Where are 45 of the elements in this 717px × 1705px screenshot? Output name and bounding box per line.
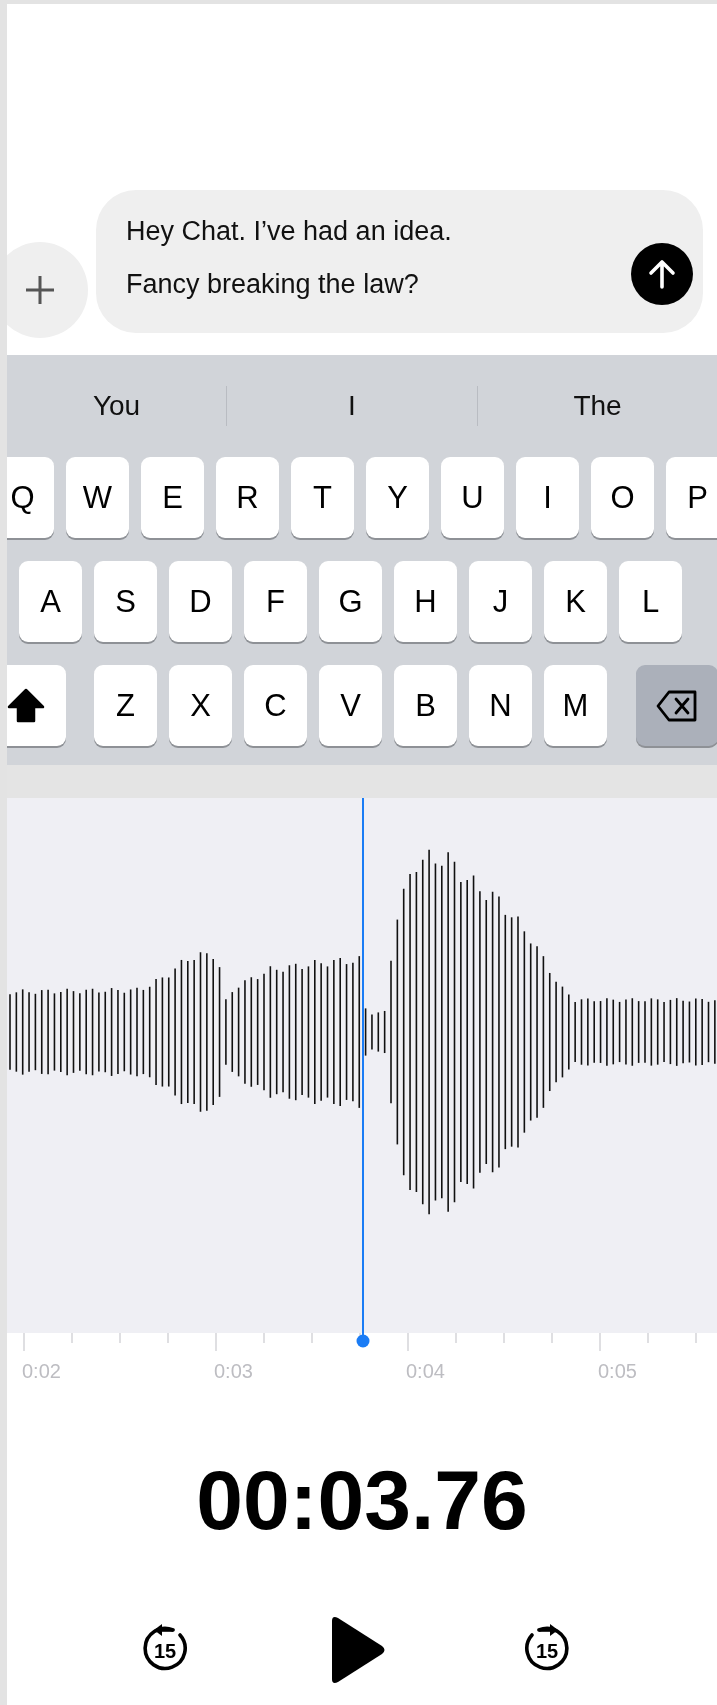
letter-key[interactable]: F: [244, 561, 307, 642]
letter-key[interactable]: E: [141, 457, 204, 538]
letter-key[interactable]: P: [666, 457, 717, 538]
letter-key[interactable]: D: [169, 561, 232, 642]
letter-key[interactable]: Y: [366, 457, 429, 538]
letter-key[interactable]: L: [619, 561, 682, 642]
letter-key[interactable]: M: [544, 665, 607, 746]
letter-key[interactable]: A: [19, 561, 82, 642]
letter-key[interactable]: O: [591, 457, 654, 538]
time-label: 0:04: [406, 1360, 445, 1382]
delete-icon: [655, 688, 699, 723]
letter-key[interactable]: T: [291, 457, 354, 538]
letter-key[interactable]: B: [394, 665, 457, 746]
time-label: 0:02: [22, 1360, 61, 1382]
playhead[interactable]: [356, 798, 370, 1348]
suggestion[interactable]: You: [7, 390, 226, 422]
time-label: 0:05: [598, 1360, 637, 1382]
delete-key[interactable]: [636, 665, 717, 746]
letter-key[interactable]: X: [169, 665, 232, 746]
shift-key[interactable]: [7, 665, 66, 746]
message-field[interactable]: Hey Chat. I’ve had an idea. Fancy breaking the law?: [96, 190, 703, 333]
shift-icon: [7, 687, 45, 724]
letter-key[interactable]: H: [394, 561, 457, 642]
arrow-up-icon: [647, 258, 677, 290]
skip-forward-button[interactable]: 15: [523, 1623, 571, 1677]
letter-key[interactable]: G: [319, 561, 382, 642]
letter-key[interactable]: I: [516, 457, 579, 538]
letter-key[interactable]: S: [94, 561, 157, 642]
suggestion[interactable]: I: [227, 390, 477, 422]
letter-key[interactable]: Q: [7, 457, 54, 538]
letter-key[interactable]: J: [469, 561, 532, 642]
letter-key[interactable]: Z: [94, 665, 157, 746]
plus-icon: [24, 274, 56, 306]
letter-key[interactable]: N: [469, 665, 532, 746]
suggestion[interactable]: The: [478, 390, 717, 422]
letter-key[interactable]: W: [66, 457, 129, 538]
letter-key[interactable]: R: [216, 457, 279, 538]
letter-key[interactable]: V: [319, 665, 382, 746]
letter-key[interactable]: K: [544, 561, 607, 642]
skip-back-button[interactable]: 15: [141, 1623, 189, 1677]
time-label: 0:03: [214, 1360, 253, 1382]
elapsed-time: 00:03.76: [195, 1458, 529, 1542]
message-text: Hey Chat. I’ve had an idea. Fancy breaking the law?: [126, 214, 452, 301]
letter-key[interactable]: U: [441, 457, 504, 538]
letter-key[interactable]: C: [244, 665, 307, 746]
